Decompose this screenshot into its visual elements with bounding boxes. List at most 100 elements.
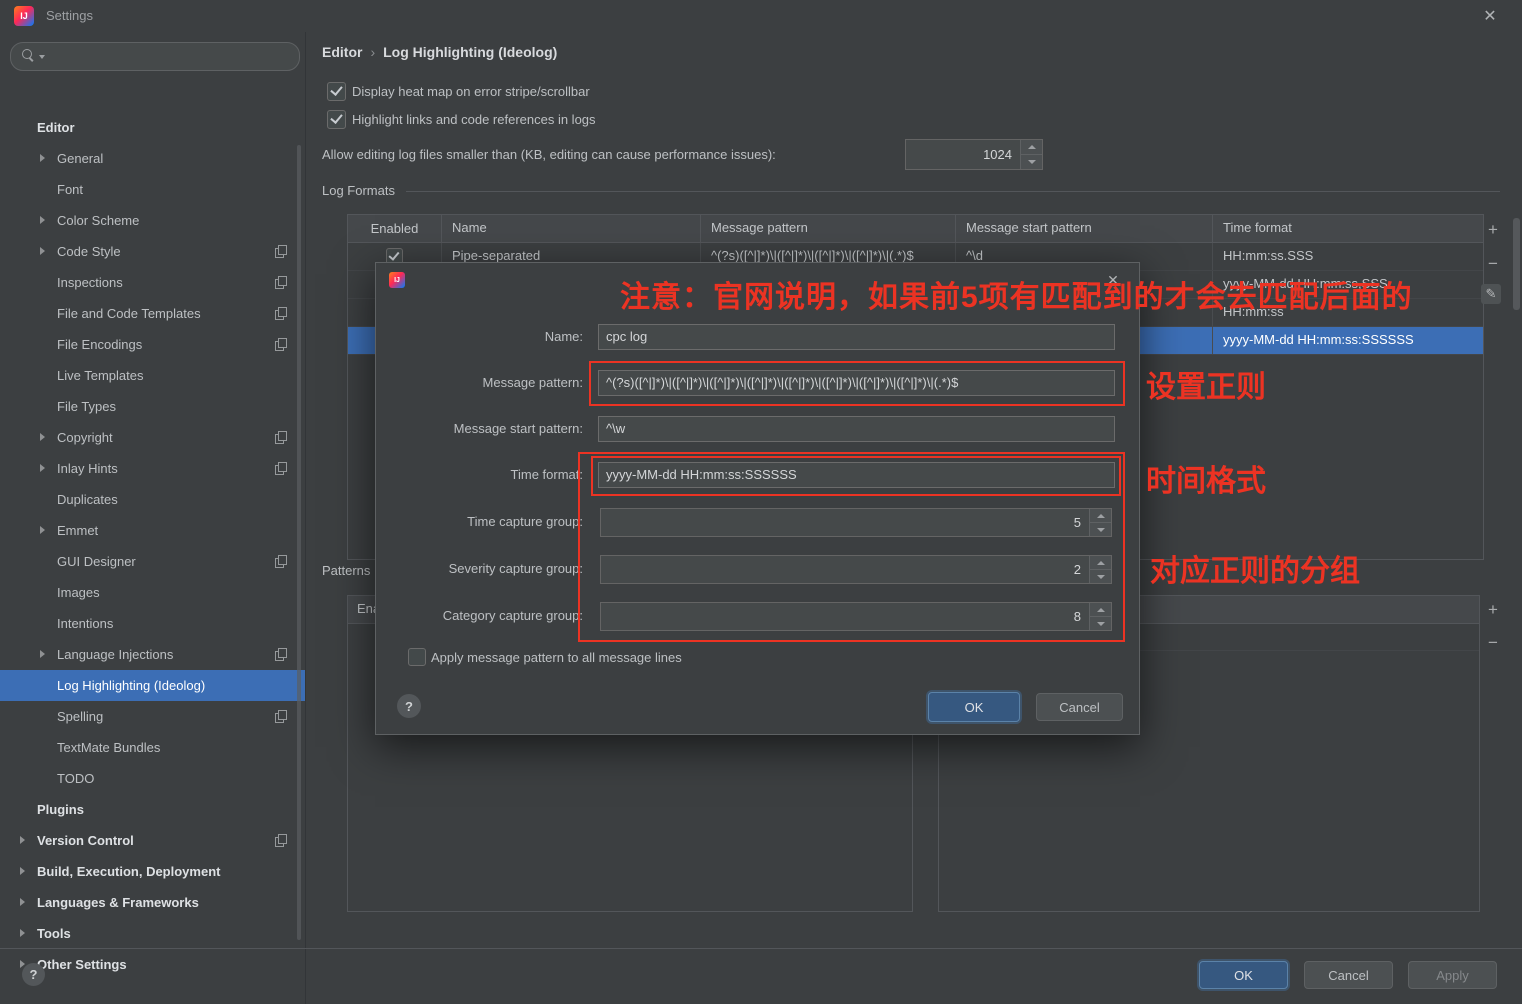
remove-format-button[interactable]: − [1483, 254, 1503, 274]
sidebar-item-file-and-code-templates[interactable]: File and Code Templates [0, 298, 305, 329]
sidebar-item-build-execution-deployment[interactable]: Build, Execution, Deployment [0, 856, 305, 887]
sidebar-item-spelling[interactable]: Spelling [0, 701, 305, 732]
sidebar-item-todo[interactable]: TODO [0, 763, 305, 794]
expand-arrow-icon[interactable] [40, 526, 45, 534]
close-icon[interactable]: ✕ [1479, 5, 1501, 27]
sidebar-item-copyright[interactable]: Copyright [0, 422, 305, 453]
stepper-down-icon[interactable] [1090, 570, 1111, 583]
sidebar-item-gui-designer[interactable]: GUI Designer [0, 546, 305, 577]
sidebar-item-plugins[interactable]: Plugins [0, 794, 305, 825]
sidebar-item-label: Tools [37, 926, 71, 941]
breadcrumb-page: Log Highlighting (Ideolog) [383, 44, 558, 60]
stepper-up-icon[interactable] [1090, 556, 1111, 570]
sidebar-item-label: Other Settings [37, 957, 127, 972]
window-scrollbar[interactable] [1513, 218, 1520, 310]
expand-arrow-icon[interactable] [40, 247, 45, 255]
stepper-arrows[interactable] [1020, 140, 1042, 169]
stepper-down-icon[interactable] [1021, 155, 1042, 169]
sidebar-item-label: Live Templates [57, 368, 144, 383]
sidebar-item-language-injections[interactable]: Language Injections [0, 639, 305, 670]
project-scope-icon [275, 431, 287, 444]
stepper-arrows[interactable] [1089, 556, 1111, 583]
stepper-arrows[interactable] [1089, 603, 1111, 630]
sidebar-item-live-templates[interactable]: Live Templates [0, 360, 305, 391]
sidebar-item-label: Code Style [57, 244, 121, 259]
sidebar-item-color-scheme[interactable]: Color Scheme [0, 205, 305, 236]
dialog-close-icon[interactable]: ✕ [1103, 270, 1123, 290]
time-format-label: Time format: [510, 467, 583, 482]
cancel-button[interactable]: Cancel [1304, 961, 1393, 989]
expand-arrow-icon[interactable] [40, 216, 45, 224]
expand-arrow-icon[interactable] [40, 464, 45, 472]
stepper-down-icon[interactable] [1090, 617, 1111, 630]
sidebar-scrollbar[interactable] [297, 145, 301, 940]
settings-window: IJ Settings ✕ Editor General Font Color Sch… [0, 0, 1522, 1004]
sidebar-item-inspections[interactable]: Inspections [0, 267, 305, 298]
expand-arrow-icon[interactable] [40, 433, 45, 441]
sidebar-item-file-types[interactable]: File Types [0, 391, 305, 422]
category-capture-group-stepper[interactable]: 8 [600, 602, 1112, 631]
sidebar-item-textmate-bundles[interactable]: TextMate Bundles [0, 732, 305, 763]
breadcrumb-separator: › [370, 44, 376, 60]
remove-pattern-button[interactable]: − [1483, 633, 1503, 653]
message-pattern-label: Message pattern: [482, 375, 583, 390]
sidebar-item-duplicates[interactable]: Duplicates [0, 484, 305, 515]
stepper-arrows[interactable] [1089, 509, 1111, 536]
sidebar-item-tools[interactable]: Tools [0, 918, 305, 949]
expand-arrow-icon[interactable] [20, 867, 25, 875]
ok-button[interactable]: OK [1199, 961, 1288, 989]
expand-arrow-icon[interactable] [20, 898, 25, 906]
sidebar-item-log-highlighting-ideolog[interactable]: Log Highlighting (Ideolog) [0, 670, 305, 701]
severity-capture-group-stepper[interactable]: 2 [600, 555, 1112, 584]
help-button[interactable]: ? [22, 963, 45, 986]
sidebar-item-general[interactable]: General [0, 143, 305, 174]
dialog-ok-button[interactable]: OK [928, 692, 1020, 722]
sidebar-item-emmet[interactable]: Emmet [0, 515, 305, 546]
project-scope-icon [275, 555, 287, 568]
name-field[interactable]: cpc log [598, 324, 1115, 350]
expand-arrow-icon[interactable] [20, 929, 25, 937]
sidebar-item-images[interactable]: Images [0, 577, 305, 608]
patterns-section-label: Patterns [322, 563, 371, 578]
add-pattern-button[interactable]: + [1483, 600, 1503, 620]
expand-arrow-icon[interactable] [20, 836, 25, 844]
sidebar-item-inlay-hints[interactable]: Inlay Hints [0, 453, 305, 484]
sidebar-item-code-style[interactable]: Code Style [0, 236, 305, 267]
stepper-up-icon[interactable] [1090, 603, 1111, 617]
search-input[interactable] [10, 42, 300, 71]
sidebar-item-intentions[interactable]: Intentions [0, 608, 305, 639]
column-header-enabled[interactable]: Enabled [348, 215, 442, 242]
message-pattern-field[interactable]: ^(?s)([^|]*)\|([^|]*)\|([^|]*)\|([^|]*)\… [598, 370, 1115, 396]
add-format-button[interactable]: + [1483, 220, 1503, 240]
sidebar-item-font[interactable]: Font [0, 174, 305, 205]
sidebar-item-editor[interactable]: Editor [0, 112, 305, 143]
breadcrumb-section[interactable]: Editor [322, 44, 362, 60]
column-header-message-start-pattern[interactable]: Message start pattern [956, 215, 1213, 242]
message-start-pattern-field[interactable]: ^\w [598, 416, 1115, 442]
dialog-help-button[interactable]: ? [397, 694, 421, 718]
column-header-message-pattern[interactable]: Message pattern [701, 215, 956, 242]
sidebar-item-label: File Types [57, 399, 117, 414]
column-header-name[interactable]: Name [442, 215, 701, 242]
apply-button[interactable]: Apply [1408, 961, 1497, 989]
edit-format-button[interactable]: ✎ [1481, 284, 1501, 304]
time-format-field[interactable]: yyyy-MM-dd HH:mm:ss:SSSSSS [598, 462, 1115, 488]
sidebar-item-languages-frameworks[interactable]: Languages & Frameworks [0, 887, 305, 918]
column-header-time-format[interactable]: Time format [1213, 215, 1483, 242]
heatmap-checkbox[interactable] [327, 82, 346, 101]
sidebar-item-other-settings[interactable]: Other Settings [0, 949, 305, 980]
sidebar-item-file-encodings[interactable]: File Encodings [0, 329, 305, 360]
allow-editing-size-stepper[interactable]: 1024 [905, 139, 1043, 170]
stepper-down-icon[interactable] [1090, 523, 1111, 536]
highlight-links-checkbox[interactable] [327, 110, 346, 129]
sidebar-item-version-control[interactable]: Version Control [0, 825, 305, 856]
time-capture-group-stepper[interactable]: 5 [600, 508, 1112, 537]
expand-arrow-icon[interactable] [40, 154, 45, 162]
project-scope-icon [275, 648, 287, 661]
dialog-cancel-button[interactable]: Cancel [1036, 693, 1123, 721]
expand-arrow-icon[interactable] [40, 650, 45, 658]
stepper-up-icon[interactable] [1090, 509, 1111, 523]
stepper-up-icon[interactable] [1021, 140, 1042, 155]
allow-editing-size-value: 1024 [983, 147, 1012, 162]
apply-all-lines-checkbox[interactable] [408, 648, 426, 666]
